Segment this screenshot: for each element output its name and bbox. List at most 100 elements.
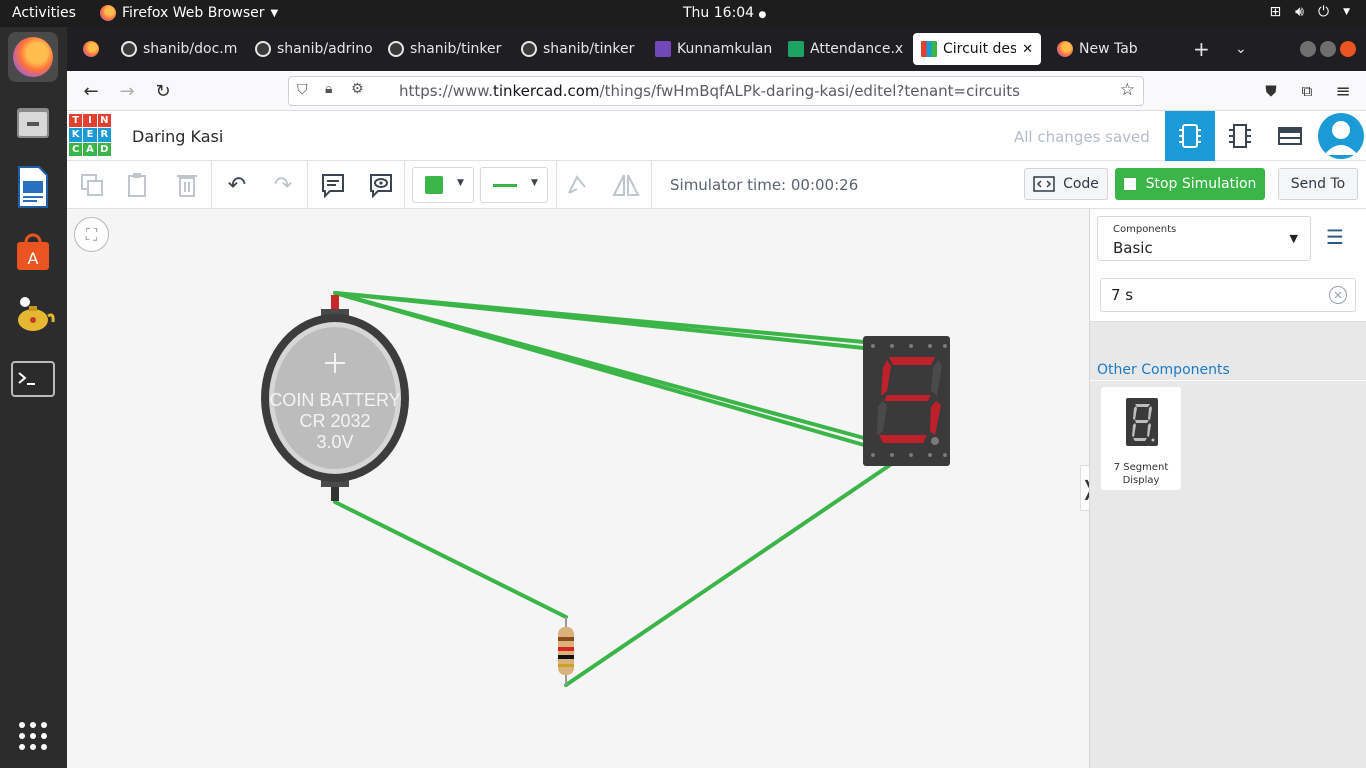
logo-letter: R	[97, 128, 111, 142]
back-button[interactable]: ←	[79, 79, 103, 103]
copy-button[interactable]	[76, 169, 108, 201]
tab-github-3[interactable]: shanib/tinker	[380, 33, 506, 65]
github-icon	[388, 41, 404, 57]
close-tab-icon[interactable]: ✕	[1022, 42, 1033, 57]
decimal-point	[931, 437, 939, 445]
tab-github-4[interactable]: shanib/tinker	[513, 33, 639, 65]
component-list-view-button[interactable]	[1265, 111, 1315, 161]
dock-terminal[interactable]	[8, 354, 58, 404]
components-panel: Components Basic ▼ ☰ 7 s ✕ Other Compone…	[1089, 209, 1366, 768]
wire[interactable]	[333, 500, 568, 619]
list-tabs-button[interactable]: ⌄	[1227, 33, 1255, 65]
dock: A	[0, 27, 67, 768]
dock-software[interactable]: A	[8, 227, 58, 277]
editor-toolbar: ↶ ↷ ▼ ▼ Simulator time: 00:00:26 Code St…	[67, 161, 1366, 209]
url-bar[interactable]: ⛉ 🔒︎ ⚙ https://www. tinkercad.com/things/…	[288, 76, 1144, 106]
chevron-down-icon: ▼	[1343, 7, 1350, 17]
volume-icon: 🔊︎	[1295, 4, 1304, 20]
dock-writer[interactable]	[8, 162, 58, 212]
delete-button[interactable]	[171, 169, 203, 201]
redo-button[interactable]: ↷	[267, 169, 299, 201]
undo-icon: ↶	[227, 172, 247, 198]
undo-button[interactable]: ↶	[221, 169, 253, 201]
wire-type-dropdown[interactable]: ▼	[480, 167, 548, 203]
dock-show-apps[interactable]	[8, 711, 58, 761]
code-button[interactable]: Code	[1024, 168, 1108, 200]
new-tab-button[interactable]: +	[1185, 33, 1213, 65]
logo-letter: I	[83, 114, 97, 128]
component-search-input[interactable]: 7 s ✕	[1100, 278, 1356, 312]
hamburger-icon: ≡	[1335, 80, 1351, 102]
design-title[interactable]: Daring Kasi	[132, 127, 223, 146]
chevron-down-icon: ▼	[270, 7, 279, 19]
battery-terminal-positive[interactable]	[331, 295, 339, 309]
tab-circuit-design[interactable]: Circuit desi ✕	[913, 33, 1041, 65]
components-dropdown-value: Basic	[1113, 239, 1153, 257]
flip-icon	[612, 174, 640, 196]
close-window-icon[interactable]	[1340, 41, 1356, 57]
clear-search-icon[interactable]: ✕	[1329, 286, 1347, 304]
seven-segment-display[interactable]	[863, 336, 950, 466]
dock-teapot[interactable]	[8, 289, 58, 339]
tab-sheets[interactable]: Attendance.x	[780, 33, 906, 65]
user-icon	[1324, 121, 1358, 155]
tab-label: shanib/adrino	[277, 41, 373, 57]
resistor[interactable]	[558, 617, 574, 685]
tab-new-tab[interactable]: New Tab	[1049, 33, 1175, 65]
note-visibility-button[interactable]	[365, 169, 397, 201]
send-label: Send To	[1290, 176, 1346, 192]
wire-type-icon	[493, 184, 517, 187]
circuit-view-button[interactable]	[1165, 111, 1215, 161]
paste-button[interactable]	[122, 169, 154, 201]
notes-button[interactable]	[317, 169, 349, 201]
stop-simulation-button[interactable]: Stop Simulation	[1115, 168, 1265, 200]
svg-text:A: A	[28, 249, 39, 268]
activities-button[interactable]: Activities	[12, 5, 76, 21]
extensions-button[interactable]: ⧉	[1295, 79, 1319, 103]
dock-files[interactable]	[8, 97, 58, 147]
wire[interactable]	[564, 463, 892, 687]
dock-firefox[interactable]	[8, 32, 58, 82]
star-icon[interactable]: ☆	[1120, 80, 1135, 100]
logo-letter: T	[69, 114, 83, 128]
wire-color-dropdown[interactable]: ▼	[412, 167, 474, 203]
app-menu[interactable]: Firefox Web Browser ▼	[100, 5, 278, 21]
table-icon	[1278, 127, 1302, 145]
lock-icon: 🔒︎	[325, 81, 333, 97]
pocket-button[interactable]: ⛊	[1259, 79, 1283, 103]
battery-terminal-negative[interactable]	[331, 487, 339, 501]
component-card-7-segment[interactable]: 7 Segment Display	[1101, 387, 1181, 490]
list-view-button[interactable]: ☰	[1326, 225, 1356, 249]
system-tray[interactable]: ⊞ 🔊︎ ⏻ ▼	[1269, 4, 1350, 20]
url-host: tinkercad.com	[492, 82, 600, 100]
segment-a	[889, 357, 935, 365]
tab-label: New Tab	[1079, 41, 1138, 57]
trash-icon	[177, 175, 197, 197]
software-icon: A	[17, 233, 49, 270]
circuit-canvas[interactable]: ⛶ COIN BATTERY CR 2032 3.0V	[67, 209, 1089, 768]
tab-github-1[interactable]: shanib/doc.m	[113, 33, 239, 65]
tinkercad-logo[interactable]: TINKERCAD	[69, 114, 111, 156]
tab-forms[interactable]: Kunnamkulan	[647, 33, 773, 65]
rotate-button[interactable]	[561, 169, 593, 201]
schematic-view-button[interactable]	[1215, 111, 1265, 161]
components-dropdown[interactable]: Components Basic ▼	[1097, 216, 1311, 261]
wire[interactable]	[333, 291, 866, 350]
send-to-button[interactable]: Send To	[1278, 168, 1358, 200]
menu-button[interactable]: ≡	[1331, 79, 1355, 103]
caret-down-icon: ▼	[457, 178, 464, 188]
flip-button[interactable]	[610, 169, 642, 201]
clock[interactable]: Thu 16:04 ●	[683, 5, 766, 21]
coin-battery[interactable]: COIN BATTERY CR 2032 3.0V	[261, 295, 409, 501]
user-avatar[interactable]	[1318, 113, 1364, 159]
firefox-view-tab[interactable]	[75, 33, 103, 65]
shield-icon: ⛉	[297, 82, 308, 98]
reload-button[interactable]: ↻	[151, 79, 175, 103]
maximize-icon[interactable]	[1320, 41, 1336, 57]
toolbar-divider	[556, 161, 557, 209]
tab-github-2[interactable]: shanib/adrino	[247, 33, 373, 65]
logo-letter: D	[97, 142, 111, 156]
forward-button[interactable]: →	[115, 79, 139, 103]
app-header: TINKERCAD Daring Kasi All changes saved	[67, 111, 1366, 161]
minimize-icon[interactable]	[1300, 41, 1316, 57]
